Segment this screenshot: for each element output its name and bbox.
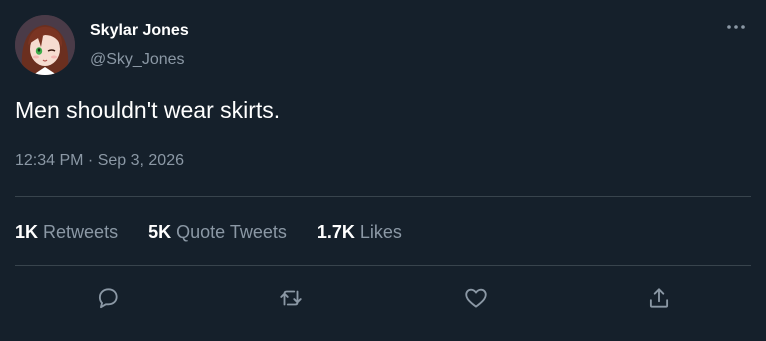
retweet-icon (280, 290, 302, 306)
user-handle[interactable]: @Sky_Jones (90, 51, 185, 69)
tweet-text: Men shouldn't wear skirts. (15, 97, 281, 123)
anime-girl-avatar-icon (15, 15, 75, 75)
share-icon (649, 288, 669, 308)
likes-stat[interactable]: 1.7K Likes (317, 222, 402, 243)
share-button[interactable] (641, 280, 677, 316)
retweet-button[interactable] (273, 280, 309, 316)
likes-label: Likes (359, 222, 402, 242)
display-name[interactable]: Skylar Jones (90, 22, 189, 40)
more-options-icon[interactable] (724, 15, 748, 39)
divider (15, 196, 751, 197)
tweet-stats: 1K Retweets 5K Quote Tweets 1.7K Likes (15, 222, 402, 243)
avatar[interactable] (15, 15, 75, 75)
quote-tweets-stat[interactable]: 5K Quote Tweets (148, 222, 287, 243)
tweet-timestamp[interactable]: 12:34 PM · Sep 3, 2026 (15, 152, 184, 170)
reply-button[interactable] (90, 280, 126, 316)
divider (15, 265, 751, 266)
tweet-card: Skylar Jones @Sky_Jones Men shouldn't we… (0, 0, 766, 341)
quote-tweets-label: Quote Tweets (176, 222, 287, 242)
quote-tweets-count: 5K (148, 222, 172, 242)
retweets-label: Retweets (43, 222, 119, 242)
like-button[interactable] (458, 280, 494, 316)
heart-icon (465, 288, 487, 308)
retweets-count: 1K (15, 222, 39, 242)
retweets-stat[interactable]: 1K Retweets (15, 222, 118, 243)
reply-icon (98, 288, 118, 309)
tweet-actions (0, 280, 766, 316)
likes-count: 1.7K (316, 222, 355, 242)
